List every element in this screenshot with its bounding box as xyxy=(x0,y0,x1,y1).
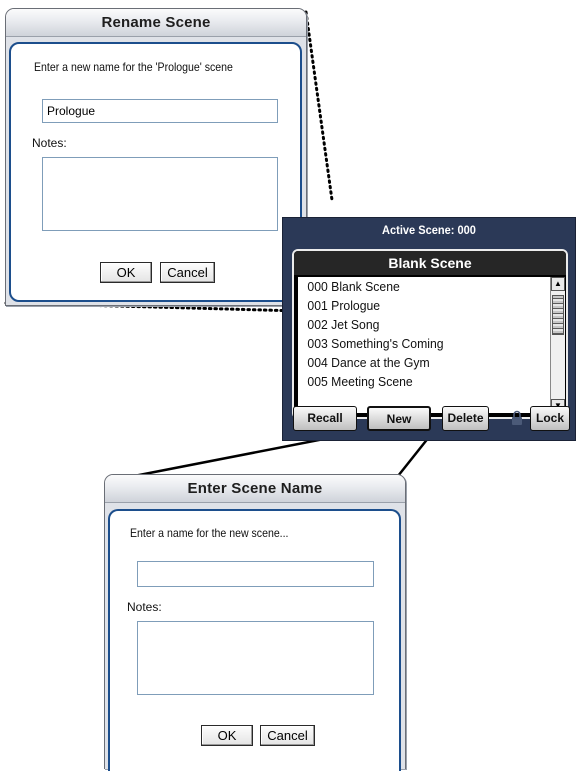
cancel-button[interactable]: Cancel xyxy=(260,725,315,746)
rename-scene-dialog: Rename Scene Enter a new name for the 'P… xyxy=(5,8,307,306)
new-button[interactable]: New xyxy=(367,406,431,431)
scene-list-scrollbar[interactable]: ▲ ▼ xyxy=(550,277,565,413)
padlock-icon xyxy=(512,410,522,425)
enter-dialog-panel: Enter a name for the new scene... Notes:… xyxy=(108,509,401,771)
current-scene-header: Blank Scene xyxy=(294,251,566,275)
list-item[interactable]: 005 Meeting Scene xyxy=(298,372,535,391)
scene-list-box: Blank Scene 000 Blank Scene 001 Prologue… xyxy=(292,249,568,419)
ok-button[interactable]: OK xyxy=(201,725,253,746)
scrollbar-thumb[interactable] xyxy=(552,295,564,335)
rename-dialog-title: Rename Scene xyxy=(6,9,306,37)
scene-name-input[interactable] xyxy=(137,561,374,587)
scene-panel: Active Scene: 000 Blank Scene 000 Blank … xyxy=(282,217,576,441)
list-item[interactable]: 000 Blank Scene xyxy=(298,277,535,296)
lock-button[interactable]: Lock xyxy=(530,406,570,431)
notes-textarea[interactable] xyxy=(137,621,374,695)
scene-list[interactable]: 000 Blank Scene 001 Prologue 002 Jet Son… xyxy=(298,277,550,413)
notes-label: Notes: xyxy=(127,600,162,614)
cancel-button[interactable]: Cancel xyxy=(160,262,215,283)
active-scene-label: Active Scene: 000 xyxy=(382,223,476,237)
enter-dialog-title: Enter Scene Name xyxy=(105,475,405,503)
enter-prompt: Enter a name for the new scene... xyxy=(130,526,289,540)
up-arrow-icon[interactable]: ▲ xyxy=(551,277,565,291)
rename-dialog-panel: Enter a new name for the 'Prologue' scen… xyxy=(9,42,302,302)
notes-textarea[interactable] xyxy=(42,157,278,231)
list-item[interactable]: 003 Something's Coming xyxy=(298,334,535,353)
delete-button[interactable]: Delete xyxy=(442,406,489,431)
enter-scene-name-dialog: Enter Scene Name Enter a name for the ne… xyxy=(104,474,406,771)
ok-button[interactable]: OK xyxy=(100,262,152,283)
scene-name-input[interactable]: Prologue xyxy=(42,99,278,123)
list-item[interactable]: 002 Jet Song xyxy=(298,315,535,334)
notes-label: Notes: xyxy=(32,136,67,150)
list-item[interactable]: 004 Dance at the Gym xyxy=(298,353,535,372)
rename-prompt: Enter a new name for the 'Prologue' scen… xyxy=(34,60,233,74)
list-item[interactable]: 001 Prologue xyxy=(298,296,535,315)
recall-button[interactable]: Recall xyxy=(293,406,357,431)
